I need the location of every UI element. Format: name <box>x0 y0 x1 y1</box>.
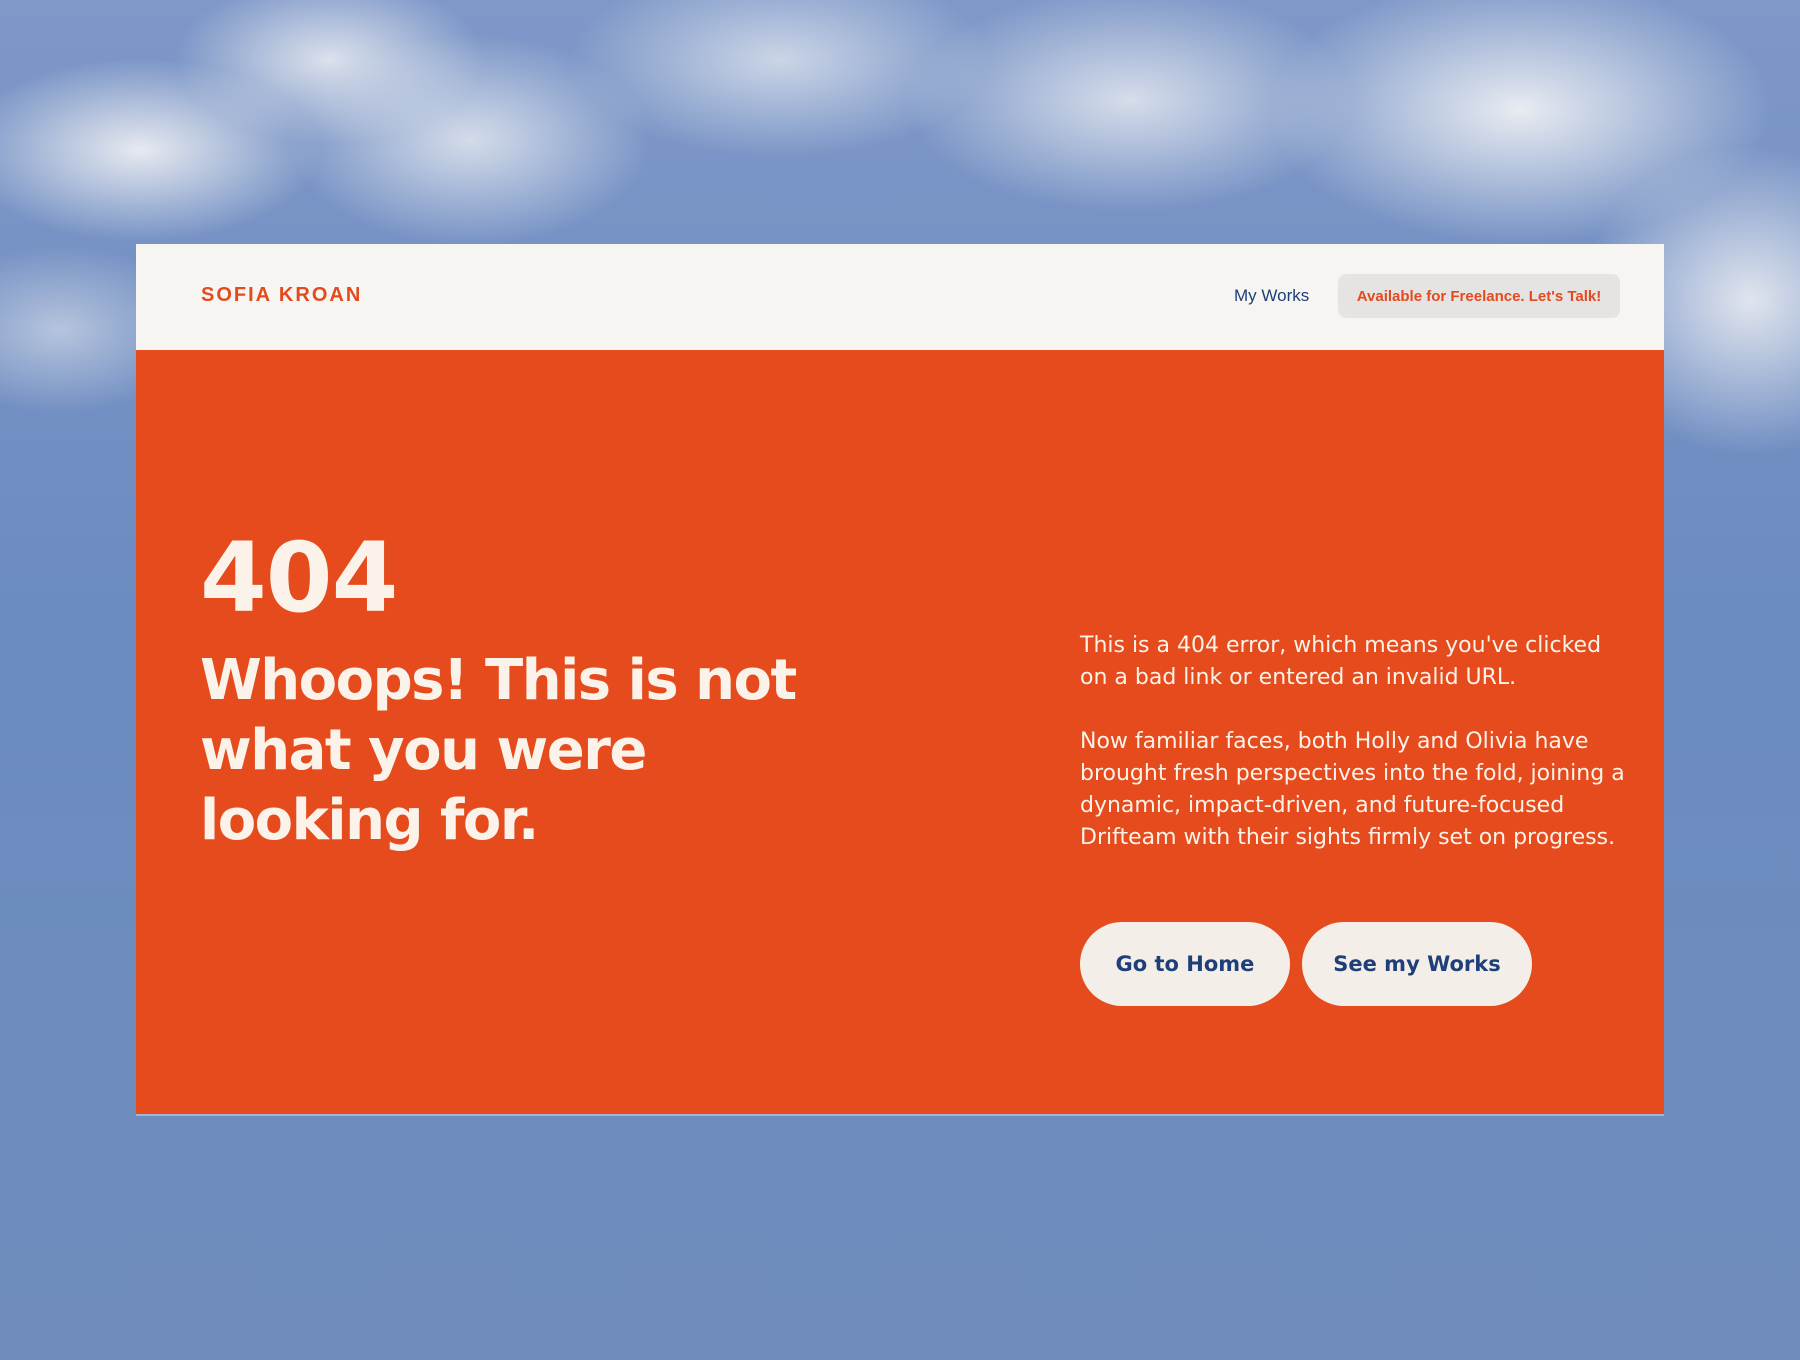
see-my-works-button[interactable]: See my Works <box>1302 922 1532 1006</box>
error-code: 404 <box>200 522 398 634</box>
error-headline: Whoops! This is not what you were lookin… <box>200 648 797 853</box>
freelance-cta-button[interactable]: Available for Freelance. Let's Talk! <box>1338 274 1620 318</box>
go-to-home-button[interactable]: Go to Home <box>1080 922 1290 1006</box>
page-card: SOFIA KROAN My Works Available for Freel… <box>136 244 1664 1114</box>
error-hero-section: 404 Whoops! This is not what you were lo… <box>136 350 1664 1114</box>
top-navigation-bar: SOFIA KROAN My Works Available for Freel… <box>136 244 1664 350</box>
error-description: This is a 404 error, which means you've … <box>1080 633 1602 690</box>
nav-link-my-works[interactable]: My Works <box>1234 286 1309 306</box>
brand-logo[interactable]: SOFIA KROAN <box>201 284 362 307</box>
team-description: Now familiar faces, both Holly and Olivi… <box>1080 729 1625 850</box>
